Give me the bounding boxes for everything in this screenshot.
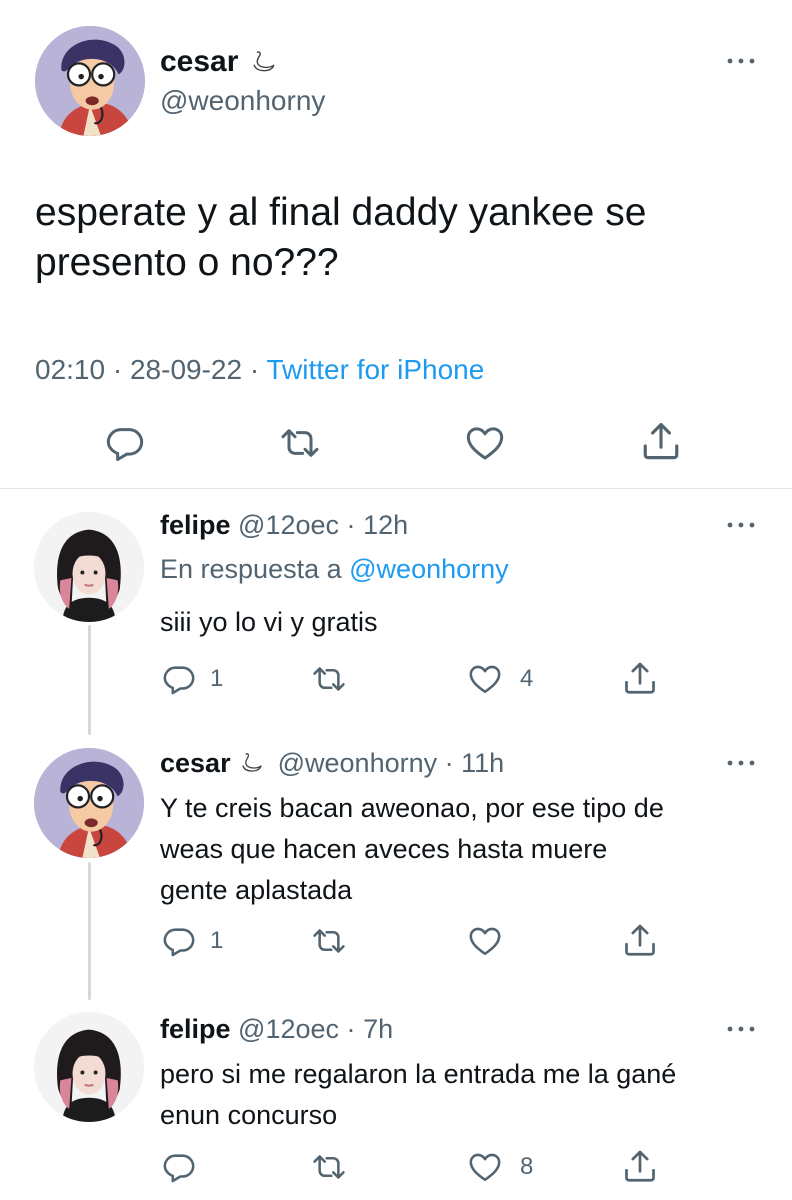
like-count: 8: [520, 1153, 534, 1180]
share-icon[interactable]: [622, 922, 658, 958]
like-icon[interactable]: [468, 1150, 502, 1184]
handle[interactable]: @weonhorny: [160, 84, 325, 118]
display-name[interactable]: felipe: [160, 510, 231, 540]
swan-icon: [251, 49, 277, 75]
display-name[interactable]: felipe: [160, 1014, 231, 1044]
reply-icon[interactable]: [162, 662, 196, 696]
tweet-text: siii yo lo vi y gratis: [160, 607, 378, 637]
tweet-date[interactable]: 28-09-22: [130, 354, 242, 385]
share-icon[interactable]: [640, 420, 682, 462]
reply-icon[interactable]: [105, 423, 145, 463]
avatar[interactable]: [34, 1012, 144, 1122]
display-name[interactable]: cesar: [160, 748, 231, 778]
reply-icon[interactable]: [162, 924, 196, 958]
retweet-icon[interactable]: [280, 423, 320, 463]
share-icon[interactable]: [622, 1148, 658, 1184]
reply-count: 1: [210, 927, 224, 954]
more-options-icon[interactable]: [726, 1024, 756, 1034]
thread-line: [88, 862, 91, 1000]
like-count: 4: [520, 665, 534, 692]
avatar[interactable]: [34, 748, 144, 858]
tweet-text: esperate y al final daddy yankee se pres…: [35, 191, 647, 284]
share-icon[interactable]: [622, 660, 658, 696]
tweet-age[interactable]: 7h: [363, 1014, 393, 1044]
reply-icon[interactable]: [162, 1150, 196, 1184]
handle[interactable]: @12oec: [238, 1014, 339, 1044]
retweet-icon[interactable]: [312, 1150, 346, 1184]
tweet-text: Y te creis bacan aweonao, por ese tipo d…: [160, 793, 664, 905]
tweet-text: pero si me regalaron la entrada me la ga…: [160, 1059, 677, 1130]
tweet-age[interactable]: 11h: [461, 748, 504, 778]
more-options-icon[interactable]: [726, 56, 756, 66]
tweet-source[interactable]: Twitter for iPhone: [266, 354, 484, 385]
retweet-icon[interactable]: [312, 924, 346, 958]
retweet-icon[interactable]: [312, 662, 346, 696]
like-icon[interactable]: [468, 924, 502, 958]
like-icon[interactable]: [465, 423, 505, 463]
divider: [0, 488, 792, 489]
avatar[interactable]: [34, 512, 144, 622]
display-name[interactable]: cesar: [160, 45, 238, 78]
reply-count: 1: [210, 665, 224, 692]
thread-line: [88, 625, 91, 735]
reply-context: En respuesta a: [160, 554, 342, 584]
reply-to-link[interactable]: @weonhorny: [349, 554, 509, 584]
handle[interactable]: @weonhorny: [278, 748, 438, 778]
avatar[interactable]: [35, 26, 145, 136]
tweet-time[interactable]: 02:10: [35, 354, 105, 385]
more-options-icon[interactable]: [726, 758, 756, 768]
handle[interactable]: @12oec: [238, 510, 339, 540]
tweet-age[interactable]: 12h: [363, 510, 408, 540]
swan-icon: [240, 751, 264, 775]
like-icon[interactable]: [468, 662, 502, 696]
more-options-icon[interactable]: [726, 520, 756, 530]
tweet-meta: 02:10 · 28-09-22 · Twitter for iPhone: [35, 354, 485, 385]
